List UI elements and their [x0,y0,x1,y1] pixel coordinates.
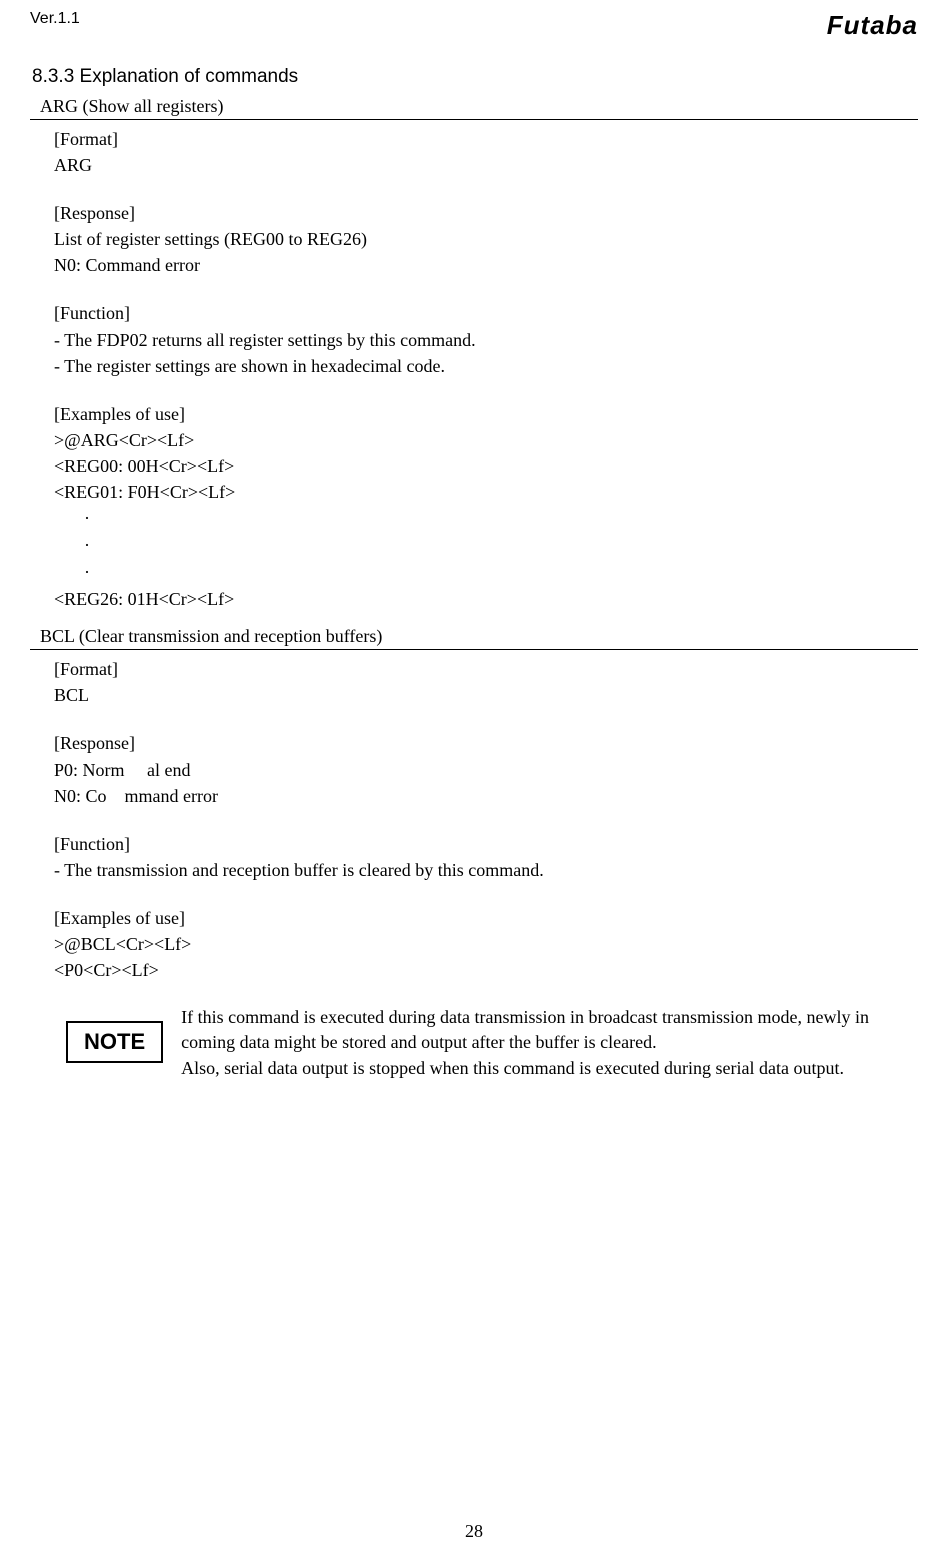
examples-label: [Examples of use] [54,401,918,427]
function-label: [Function] [54,300,918,326]
example-line: <P0<Cr><Lf> [54,957,918,983]
command-header-arg: ARG (Show all registers) [30,96,918,120]
format-value: BCL [54,682,918,708]
page-number: 28 [465,1521,483,1542]
page-header: Ver.1.1 Futaba [30,10,918,41]
example-line: <REG26: 01H<Cr><Lf> [54,586,918,612]
response-label: [Response] [54,200,918,226]
examples-label: [Examples of use] [54,905,918,931]
function-line: - The FDP02 returns all register setting… [54,327,918,353]
ellipsis-dot: · [54,559,918,586]
function-label: [Function] [54,831,918,857]
response-line: P0: Norm al end [54,757,918,783]
command-header-bcl: BCL (Clear transmission and reception bu… [30,626,918,650]
example-line: <REG01: F0H<Cr><Lf> [54,479,918,505]
ellipsis-dot: · [54,532,918,559]
response-line: N0: Command error [54,252,918,278]
example-line: <REG00: 00H<Cr><Lf> [54,453,918,479]
brand-logo: Futaba [827,10,918,41]
response-line: List of register settings (REG00 to REG2… [54,226,918,252]
note-label-box: NOTE [66,1021,163,1063]
version-label: Ver.1.1 [30,10,80,28]
format-label: [Format] [54,126,918,152]
ellipsis-dot: · [54,505,918,532]
note-section: NOTE If this command is executed during … [30,1005,918,1081]
format-value: ARG [54,152,918,178]
function-line: - The transmission and reception buffer … [54,857,918,883]
format-label: [Format] [54,656,918,682]
example-line: >@ARG<Cr><Lf> [54,427,918,453]
note-text: If this command is executed during data … [181,1005,918,1081]
response-line: N0: Co mmand error [54,783,918,809]
example-line: >@BCL<Cr><Lf> [54,931,918,957]
response-label: [Response] [54,730,918,756]
command-body-arg: [Format] ARG [Response] List of register… [30,120,918,612]
section-title: 8.3.3 Explanation of commands [30,66,918,88]
command-body-bcl: [Format] BCL [Response] P0: Norm al end … [30,650,918,983]
function-line: - The register settings are shown in hex… [54,353,918,379]
